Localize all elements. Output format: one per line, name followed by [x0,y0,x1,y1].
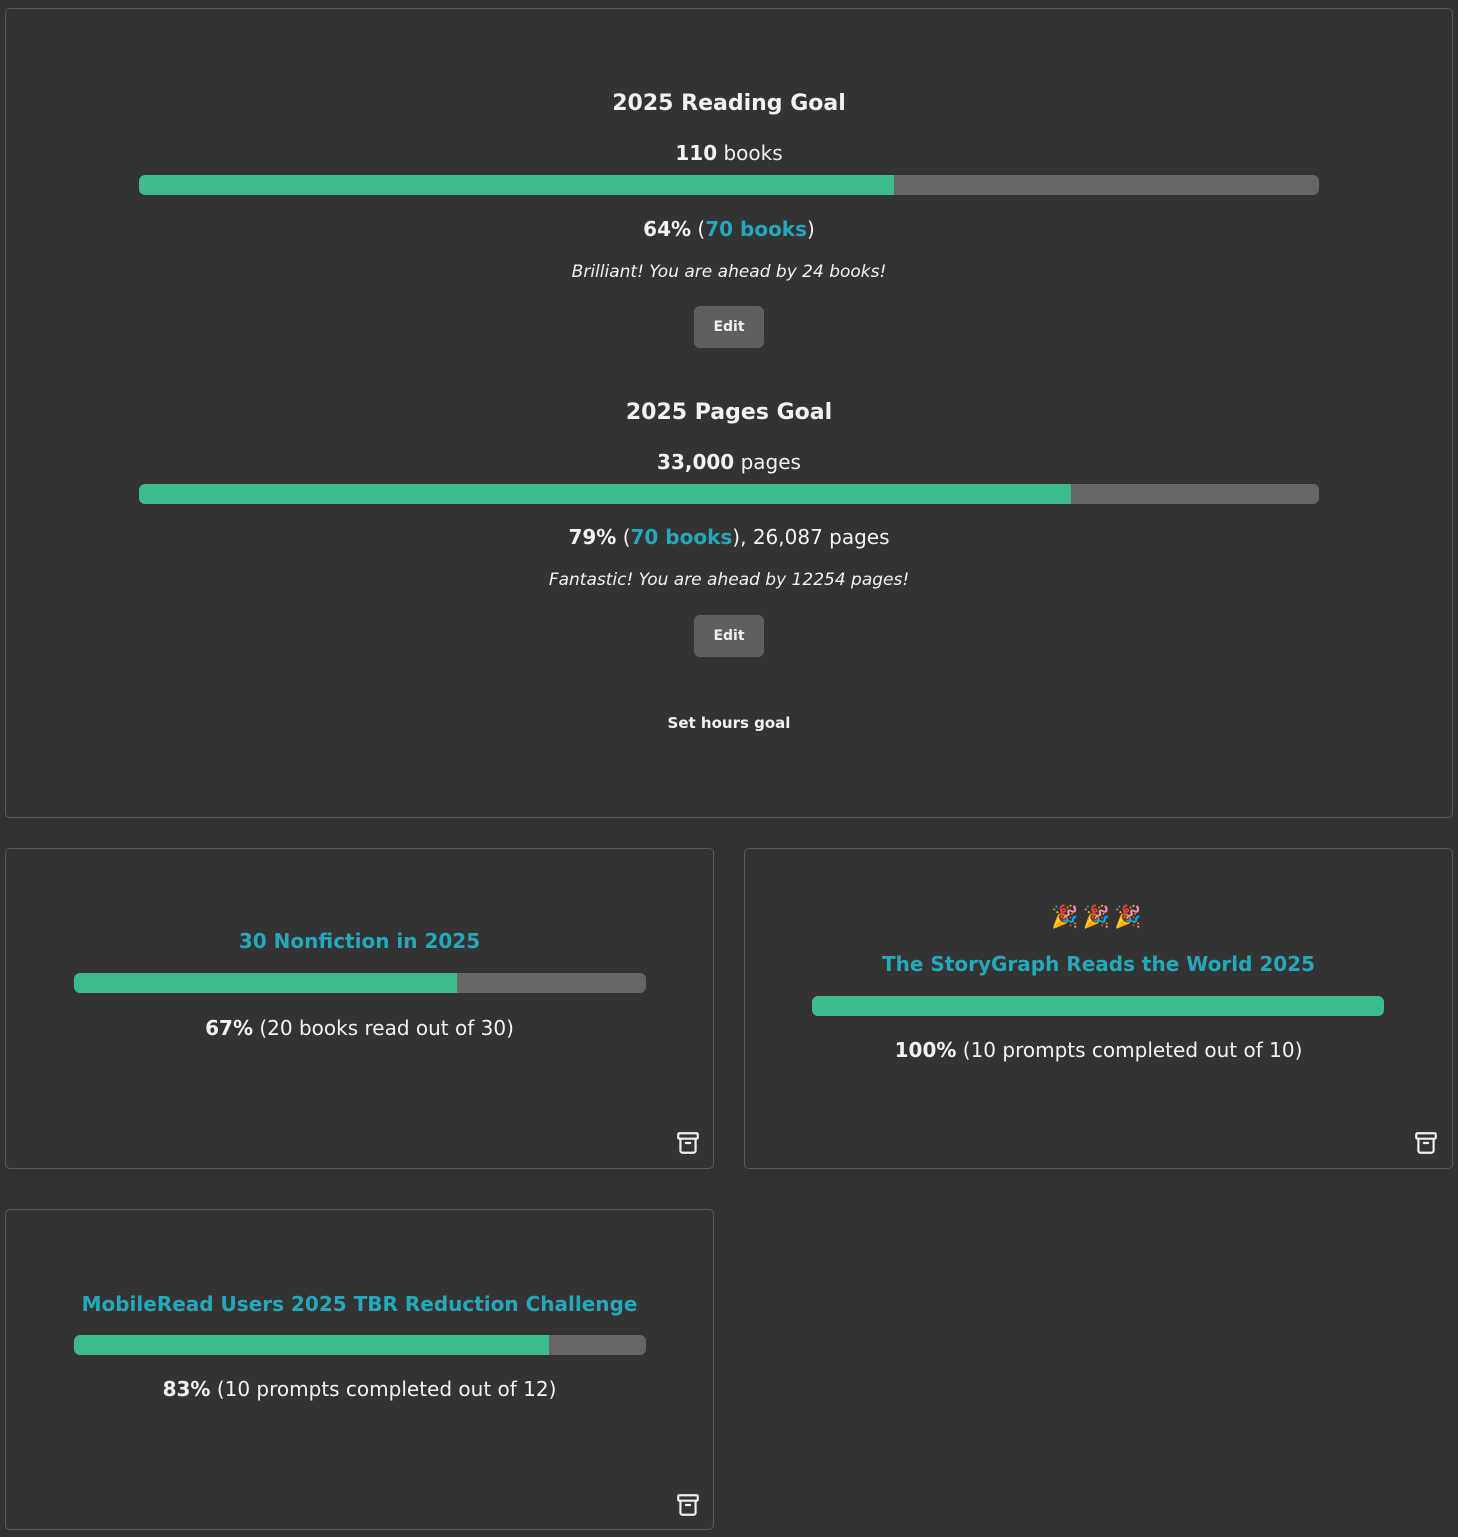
challenge-progress-fill [74,1335,549,1355]
pages-goal-target: 33,000 pages [6,450,1452,474]
pages-goal-percent-line: 79% (70 books), 26,087 pages [6,525,1452,549]
reading-goal-percent: 64% [643,217,692,241]
pages-goal-pages-read: ), 26,087 pages [732,525,890,549]
challenge-detail: (10 prompts completed out of 12) [216,1377,557,1401]
challenge-title-row: 30 Nonfiction in 2025 [6,929,713,953]
challenge-progress-text: 83% (10 prompts completed out of 12) [6,1377,713,1401]
challenge-card: MobileRead Users 2025 TBR Reduction Chal… [5,1209,714,1530]
archive-icon[interactable] [1413,1130,1439,1156]
pages-goal-progress-fill [139,484,1072,504]
challenge-title-link[interactable]: 30 Nonfiction in 2025 [239,929,480,953]
reading-goal-edit-button[interactable]: Edit [694,306,764,348]
pages-goal-edit-button[interactable]: Edit [694,615,764,657]
challenge-card: 🎉🎉🎉 The StoryGraph Reads the World 2025 … [744,848,1453,1169]
pages-goal-target-unit: pages [740,450,801,474]
challenge-progress-text: 100% (10 prompts completed out of 10) [745,1038,1452,1062]
pages-goal-open-paren: ( [622,525,631,549]
reading-goal-title: 2025 Reading Goal [612,91,846,116]
challenge-detail: (10 prompts completed out of 10) [962,1038,1303,1062]
challenge-title-link[interactable]: MobileRead Users 2025 TBR Reduction Chal… [82,1292,638,1316]
reading-goal-books-link[interactable]: 70 books [705,217,807,241]
yearly-goals-card: 2025 Reading Goal 110 books 64% (70 book… [5,8,1453,818]
challenge-detail: (20 books read out of 30) [259,1016,514,1040]
reading-goal-progress-fill [139,175,895,195]
pages-goal-progress-bar [139,484,1319,504]
pages-goal-target-number: 33,000 [657,450,735,474]
challenge-progress-text: 67% (20 books read out of 30) [6,1016,713,1040]
set-hours-goal-row: Set hours goal [6,713,1452,732]
pages-goal-books-link[interactable]: 70 books [631,525,733,549]
challenge-progress-bar [812,996,1384,1016]
reading-goal-target: 110 books [6,141,1452,165]
challenge-card: 30 Nonfiction in 2025 67% (20 books read… [5,848,714,1169]
set-hours-goal-link[interactable]: Set hours goal [668,714,791,732]
archive-icon[interactable] [675,1130,701,1156]
pages-goal-percent: 79% [568,525,617,549]
celebration-icons: 🎉🎉🎉 [1051,905,1146,930]
challenge-progress-bar [74,973,646,993]
challenge-progress-fill [812,996,1384,1016]
challenge-percent: 67% [205,1016,253,1040]
archive-icon[interactable] [675,1492,701,1518]
challenge-title-row: The StoryGraph Reads the World 2025 [745,952,1452,976]
challenge-title-link[interactable]: The StoryGraph Reads the World 2025 [882,952,1315,976]
challenge-percent: 83% [162,1377,211,1401]
reading-goal-target-unit: books [723,141,783,165]
pages-goal-status: Fantastic! You are ahead by 12254 pages! [548,570,910,590]
reading-goal-status: Brilliant! You are ahead by 24 books! [571,262,887,282]
challenge-title-row: MobileRead Users 2025 TBR Reduction Chal… [6,1292,713,1316]
challenge-percent: 100% [894,1038,957,1062]
challenge-progress-fill [74,973,458,993]
pages-goal-title: 2025 Pages Goal [625,400,833,425]
reading-goal-close-paren: ) [807,217,815,241]
reading-goal-percent-line: 64% (70 books) [6,217,1452,241]
challenge-progress-bar [74,1335,646,1355]
reading-goal-target-number: 110 [675,141,718,165]
reading-goal-progress-bar [139,175,1319,195]
